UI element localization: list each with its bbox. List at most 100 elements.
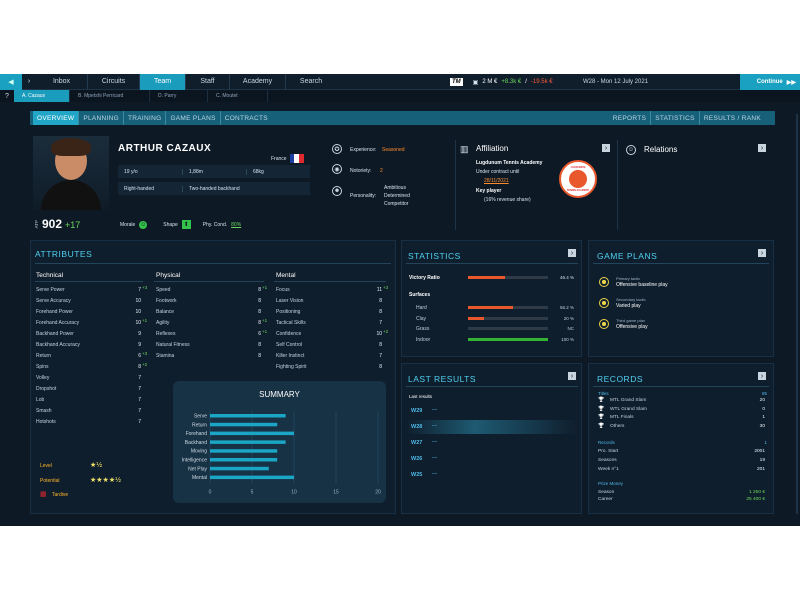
attribute-value: 10 xyxy=(135,309,141,315)
attribute-name: Balance xyxy=(156,309,175,315)
attribute-name: Killer Instinct xyxy=(276,353,305,359)
attribute-name: Self Control xyxy=(276,342,303,348)
summary-chart: SUMMARY 0 5 10 15 20 Serve Return Forehand Backh… xyxy=(173,381,386,503)
experience-value: Seasoned xyxy=(382,147,405,153)
continue-button[interactable]: Continue ▶▶ xyxy=(740,74,800,90)
victory-value: 46.4 % xyxy=(559,275,574,280)
statistics-arrow-button[interactable]: › xyxy=(568,249,576,257)
summary-bar xyxy=(210,431,294,436)
week-label[interactable]: W27 xyxy=(411,440,422,446)
relations-arrow-button[interactable]: › xyxy=(758,144,766,152)
records-arrow-button[interactable]: › xyxy=(758,372,766,380)
france-flag-icon xyxy=(289,154,304,163)
experience-label: Experience: xyxy=(350,147,377,153)
tactic-label: Primary tactic xyxy=(616,276,641,281)
tab-academy[interactable]: Academy xyxy=(230,74,286,90)
attribute-value: 7 xyxy=(379,353,382,359)
weight: 68kg xyxy=(246,168,310,175)
attribute-value: 7 xyxy=(138,408,141,414)
attribute-value: 7 xyxy=(379,320,382,326)
finances[interactable]: TM ▣ 2 M € +8.3k € / -19.5k € xyxy=(450,74,553,90)
x-tick-label: 0 xyxy=(209,489,212,495)
tab-circuits[interactable]: Circuits xyxy=(88,74,140,90)
tab-team[interactable]: Team xyxy=(140,74,186,90)
contract-date: 28/11/2021 xyxy=(484,178,509,184)
top-bar: ◀ › Inbox Circuits Team Staff Academy Se… xyxy=(0,74,800,90)
last-results-panel: LAST RESULTS › Last results W29 — W28 — W27 —… xyxy=(401,363,582,514)
category-label: Backhand xyxy=(185,440,207,446)
attribute-name: Backhand Power xyxy=(36,331,74,337)
divider xyxy=(35,263,391,264)
affiliation-arrow-button[interactable]: › xyxy=(602,144,610,152)
divider xyxy=(593,263,769,264)
tab-contracts[interactable]: CONTRACTS xyxy=(221,111,272,125)
attribute-name: Reflexes xyxy=(156,331,176,337)
attribute-progress: +1 xyxy=(262,329,268,334)
personality-3: Competitor xyxy=(384,201,409,207)
tab-inbox[interactable]: Inbox xyxy=(36,74,88,90)
surface-name: Hard xyxy=(416,305,427,311)
attribute-name: Stamina xyxy=(156,353,175,359)
titles-label: Titles xyxy=(598,391,609,396)
week-label[interactable]: W28 xyxy=(411,424,422,430)
prize-value: 25 400 € xyxy=(746,497,765,502)
summary-bar xyxy=(210,458,278,462)
tab-reports[interactable]: REPORTS xyxy=(609,111,652,125)
statistics-title: STATISTICS xyxy=(408,251,461,261)
records-total: 1 xyxy=(764,440,767,445)
player-tab-moutet[interactable]: C. Moutet xyxy=(208,90,268,102)
tab-training[interactable]: TRAINING xyxy=(124,111,167,125)
mental-title: Mental xyxy=(276,272,296,279)
game-plans-title: GAME PLANS xyxy=(597,251,658,261)
game-plans-panel: GAME PLANS › Primary tactic Offensive bas… xyxy=(588,240,774,357)
week-label[interactable]: W25 xyxy=(411,472,422,478)
help-icon[interactable]: ? xyxy=(0,90,14,102)
tab-search[interactable]: Search xyxy=(286,74,336,90)
attribute-progress: +1 xyxy=(262,318,268,323)
forward-button[interactable]: › xyxy=(22,74,36,90)
attribute-name: Forehand Power xyxy=(36,309,73,315)
player-tab-mpetshi[interactable]: B. Mpetshi Perricard xyxy=(70,90,150,102)
attribute-name: Focus xyxy=(276,287,290,293)
fast-forward-icon: ▶▶ xyxy=(786,79,796,86)
attribute-progress: +3 xyxy=(142,351,148,356)
player-tabs: ? A. Cazaux B. Mpetshi Perricard D. Parr… xyxy=(0,90,800,102)
tab-statistics[interactable]: STATISTICS xyxy=(651,111,700,125)
income: +8.3k € xyxy=(501,79,522,85)
last-results-arrow-button[interactable]: › xyxy=(568,372,576,380)
expense: -19.5k € xyxy=(530,79,553,85)
key-player-label: Key player xyxy=(476,188,502,194)
attribute-value: 7 xyxy=(138,386,141,392)
attribute-name: Positioning xyxy=(276,309,301,315)
surface-name: Clay xyxy=(416,315,427,322)
tab-results-rank[interactable]: RESULTS / RANK xyxy=(700,111,775,125)
scrollbar[interactable] xyxy=(796,114,798,514)
game-window: ◀ › Inbox Circuits Team Staff Academy Se… xyxy=(0,74,800,526)
surface-value: NC xyxy=(567,326,575,331)
player-tab-cazaux[interactable]: A. Cazaux xyxy=(14,90,70,102)
record-value: 2001 xyxy=(754,449,765,454)
tab-staff[interactable]: Staff xyxy=(186,74,230,90)
week-label[interactable]: W29 xyxy=(411,408,422,414)
surface-value: 56.2 % xyxy=(559,305,574,310)
player-tab-parry[interactable]: D. Parry xyxy=(150,90,208,102)
category-label: Forehand xyxy=(186,431,208,437)
back-button[interactable]: ◀ xyxy=(0,74,22,90)
personality-2: Determined xyxy=(384,193,410,199)
continue-label: Continue xyxy=(756,79,783,85)
tab-planning[interactable]: PLANNING xyxy=(79,111,124,125)
tab-overview[interactable]: OVERVIEW xyxy=(33,111,80,125)
attribute-name: Natural Fitness xyxy=(156,342,190,348)
tab-game-plans[interactable]: GAME PLANS xyxy=(166,111,221,125)
separator: / xyxy=(525,79,527,85)
attribute-value: 8 xyxy=(379,342,382,348)
game-plans-arrow-button[interactable]: › xyxy=(758,249,766,257)
trophy-icon: 🏆 xyxy=(598,397,605,403)
result-dash: — xyxy=(432,407,437,413)
attribute-progress: +3 xyxy=(383,285,389,290)
attribute-value: 8 xyxy=(258,353,261,359)
week-label[interactable]: W26 xyxy=(411,456,422,462)
attribute-name: Hotshots xyxy=(36,419,56,425)
ranking-change: +17 xyxy=(65,220,81,230)
prize-name: Season xyxy=(598,490,615,495)
